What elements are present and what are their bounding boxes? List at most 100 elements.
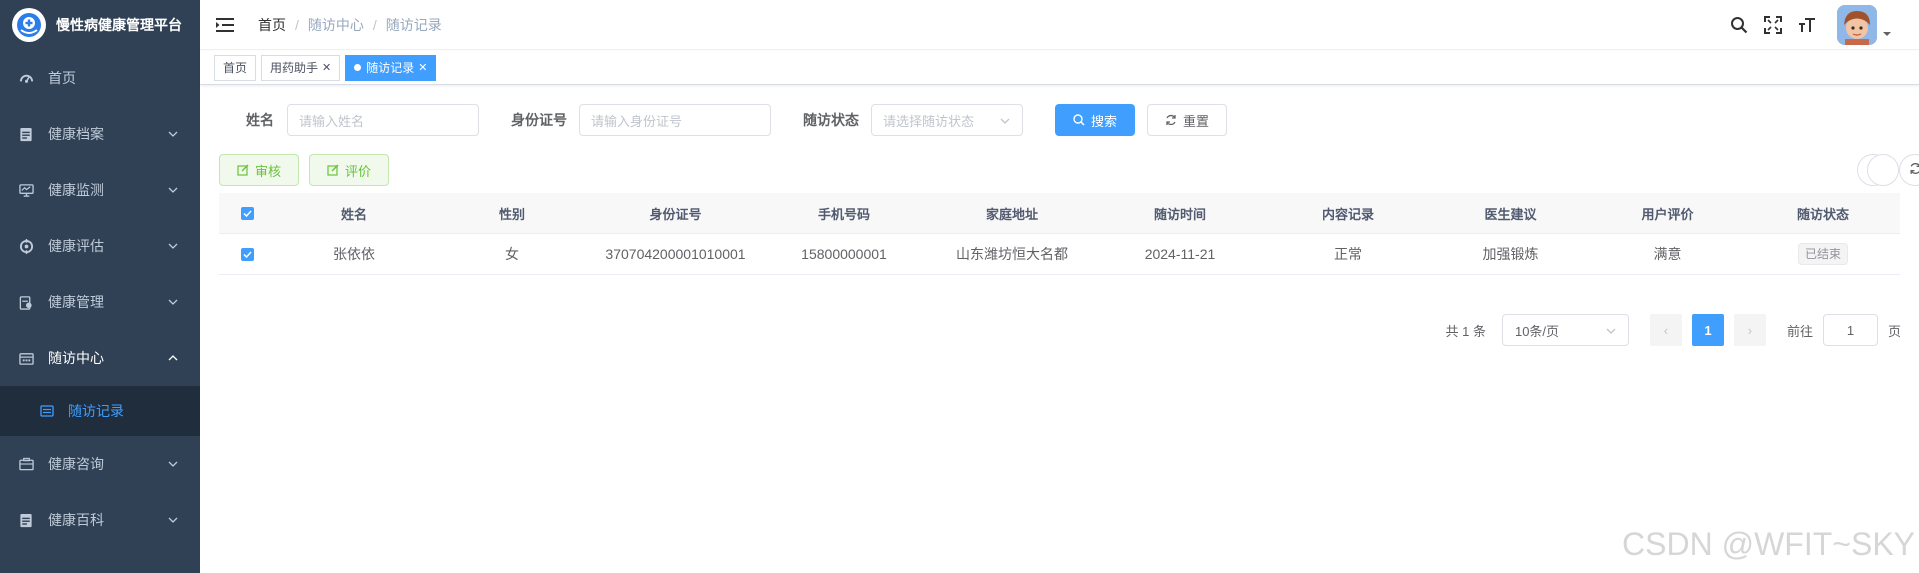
tag-label: 首页 [223, 61, 248, 75]
sidebar-item-followup-center[interactable]: 随访中心 [0, 330, 200, 386]
sidebar-item-health-consultation[interactable]: 健康咨询 [0, 436, 200, 492]
chevron-down-icon [168, 299, 178, 305]
id-number-input[interactable]: 请输入身份证号 [579, 104, 771, 136]
navbar: 首页 / 随访中心 / 随访记录 [200, 0, 1919, 50]
chevron-up-icon [168, 355, 178, 361]
edit-icon [327, 164, 339, 176]
table-header: 姓名 性别 身份证号 手机号码 家庭地址 随访时间 内容记录 医生建议 用户评价… [219, 193, 1900, 234]
tag-label: 随访记录 [366, 61, 415, 75]
chevron-left-icon: ‹ [1663, 322, 1669, 338]
sidebar-item-label: 健康咨询 [48, 456, 104, 472]
close-icon[interactable]: ✕ [322, 61, 331, 74]
page-size-value: 10条/页 [1514, 323, 1560, 339]
target-icon [18, 238, 34, 254]
page-suffix: 页 [1887, 323, 1901, 339]
cell-gender: 女 [505, 246, 519, 262]
close-icon[interactable]: ✕ [418, 61, 427, 74]
pagination-total: 共 1 条 [1445, 323, 1486, 339]
sidebar-subitem-followup-records[interactable]: 随访记录 [0, 386, 200, 436]
checkbox-checked-icon [240, 248, 254, 261]
reset-button-label: 重置 [1182, 113, 1209, 129]
prev-page-button[interactable]: ‹ [1649, 314, 1682, 346]
font-size-icon[interactable] [1797, 15, 1817, 35]
sidebar-item-health-encyclopedia[interactable]: 健康百科 [0, 492, 200, 548]
sidebar-item-health-assessment[interactable]: 健康评估 [0, 218, 200, 274]
column-header: 家庭地址 [985, 206, 1038, 222]
followup-status-label: 随访状态 [803, 112, 859, 128]
goto-label: 前往 [1786, 323, 1813, 339]
column-header: 内容记录 [1321, 206, 1374, 222]
brand[interactable]: 慢性病健康管理平台 [0, 0, 200, 50]
sidebar-item-label: 随访中心 [48, 350, 104, 366]
sidebar-item-health-monitoring[interactable]: 健康监测 [0, 162, 200, 218]
tag-medication-assistant[interactable]: 用药助手 ✕ [261, 54, 341, 81]
caret-down-icon[interactable] [1883, 30, 1891, 38]
pagination: 共 1 条 10条/页 ‹ 1 › 前往 1 页 [1445, 314, 1901, 346]
page-number-button[interactable]: 1 [1691, 314, 1724, 346]
chevron-down-icon [168, 187, 178, 193]
status-badge: 已结束 [1797, 243, 1848, 265]
cell-address: 山东潍坊恒大名都 [956, 246, 1068, 262]
select-placeholder: 请选择随访状态 [883, 113, 975, 129]
tag-label: 用药助手 [270, 61, 319, 75]
briefcase-icon [18, 456, 34, 472]
hamburger-icon[interactable] [216, 15, 236, 35]
sidebar-item-label: 健康档案 [48, 126, 104, 142]
fullscreen-icon[interactable] [1763, 15, 1783, 35]
table-toolbar: 审核 评价 [200, 152, 1919, 188]
sidebar-item-label: 健康百科 [48, 512, 104, 528]
refresh-icon [1165, 114, 1177, 126]
sidebar-item-health-management[interactable]: 健康管理 [0, 274, 200, 330]
id-number-label: 身份证号 [511, 112, 567, 128]
cell-phone: 15800000001 [801, 246, 887, 262]
tag-followup-records[interactable]: 随访记录 ✕ [345, 54, 437, 81]
sidebar-item-health-records[interactable]: 健康档案 [0, 106, 200, 162]
name-input[interactable]: 请输入姓名 [287, 104, 479, 136]
search-form: 姓名 请输入姓名 身份证号 请输入身份证号 随访状态 请选择随访状态 搜索 重置 [200, 100, 1919, 140]
monitor-icon [18, 182, 34, 198]
edit-icon [237, 164, 249, 176]
followup-status-select[interactable]: 请选择随访状态 [871, 104, 1023, 136]
search-button[interactable]: 搜索 [1055, 104, 1135, 136]
chevron-down-icon [1606, 328, 1616, 334]
list-icon [40, 404, 54, 418]
chevron-right-icon: › [1747, 322, 1753, 338]
tag-home[interactable]: 首页 [214, 54, 257, 81]
avatar[interactable] [1837, 5, 1877, 45]
tags-view: 首页 用药助手 ✕ 随访记录 ✕ [200, 51, 1919, 85]
select-all-checkbox[interactable] [219, 206, 275, 221]
evaluate-button[interactable]: 评价 [309, 154, 389, 186]
document-icon [18, 512, 34, 528]
column-header: 姓名 [340, 206, 367, 222]
column-header: 手机号码 [817, 206, 870, 222]
review-button[interactable]: 审核 [219, 154, 299, 186]
goto-page-input[interactable]: 1 [1822, 314, 1878, 346]
cell-user-rating: 满意 [1653, 246, 1682, 262]
document-icon [18, 126, 34, 142]
cell-id-number: 370704200001010001 [605, 246, 746, 262]
column-header: 医生建议 [1484, 206, 1537, 222]
sidebar-item-label: 首页 [48, 70, 76, 86]
refresh-table-button[interactable] [1899, 154, 1919, 186]
column-header: 随访时间 [1153, 206, 1206, 222]
table-row[interactable]: 张依依 女 370704200001010001 15800000001 山东潍… [219, 234, 1900, 275]
search-icon[interactable] [1729, 15, 1749, 35]
checkbox-checked-icon [240, 206, 254, 220]
breadcrumb-item[interactable]: 首页 [258, 15, 286, 35]
watermark: CSDN @WFIT~SKY [1622, 526, 1915, 562]
breadcrumb: 首页 / 随访中心 / 随访记录 [258, 15, 442, 35]
breadcrumb-separator: / [372, 16, 377, 33]
column-header: 性别 [498, 206, 525, 222]
calendar-icon [18, 350, 34, 366]
dashboard-icon [18, 70, 34, 86]
reset-button[interactable]: 重置 [1147, 104, 1227, 136]
followup-table: 姓名 性别 身份证号 手机号码 家庭地址 随访时间 内容记录 医生建议 用户评价… [219, 193, 1900, 275]
sidebar: 慢性病健康管理平台 首页 健康档案 健康监测 健康评估 健康管理 随访中心 随访… [0, 0, 200, 573]
refresh-icon [1909, 162, 1919, 178]
cell-status: 已结束 [1746, 243, 1900, 265]
sidebar-item-home[interactable]: 首页 [0, 50, 200, 106]
page-size-select[interactable]: 10条/页 [1501, 314, 1629, 346]
row-checkbox[interactable] [219, 246, 275, 262]
next-page-button[interactable]: › [1733, 314, 1766, 346]
cell-doctor-advice: 加强锻炼 [1482, 246, 1539, 262]
